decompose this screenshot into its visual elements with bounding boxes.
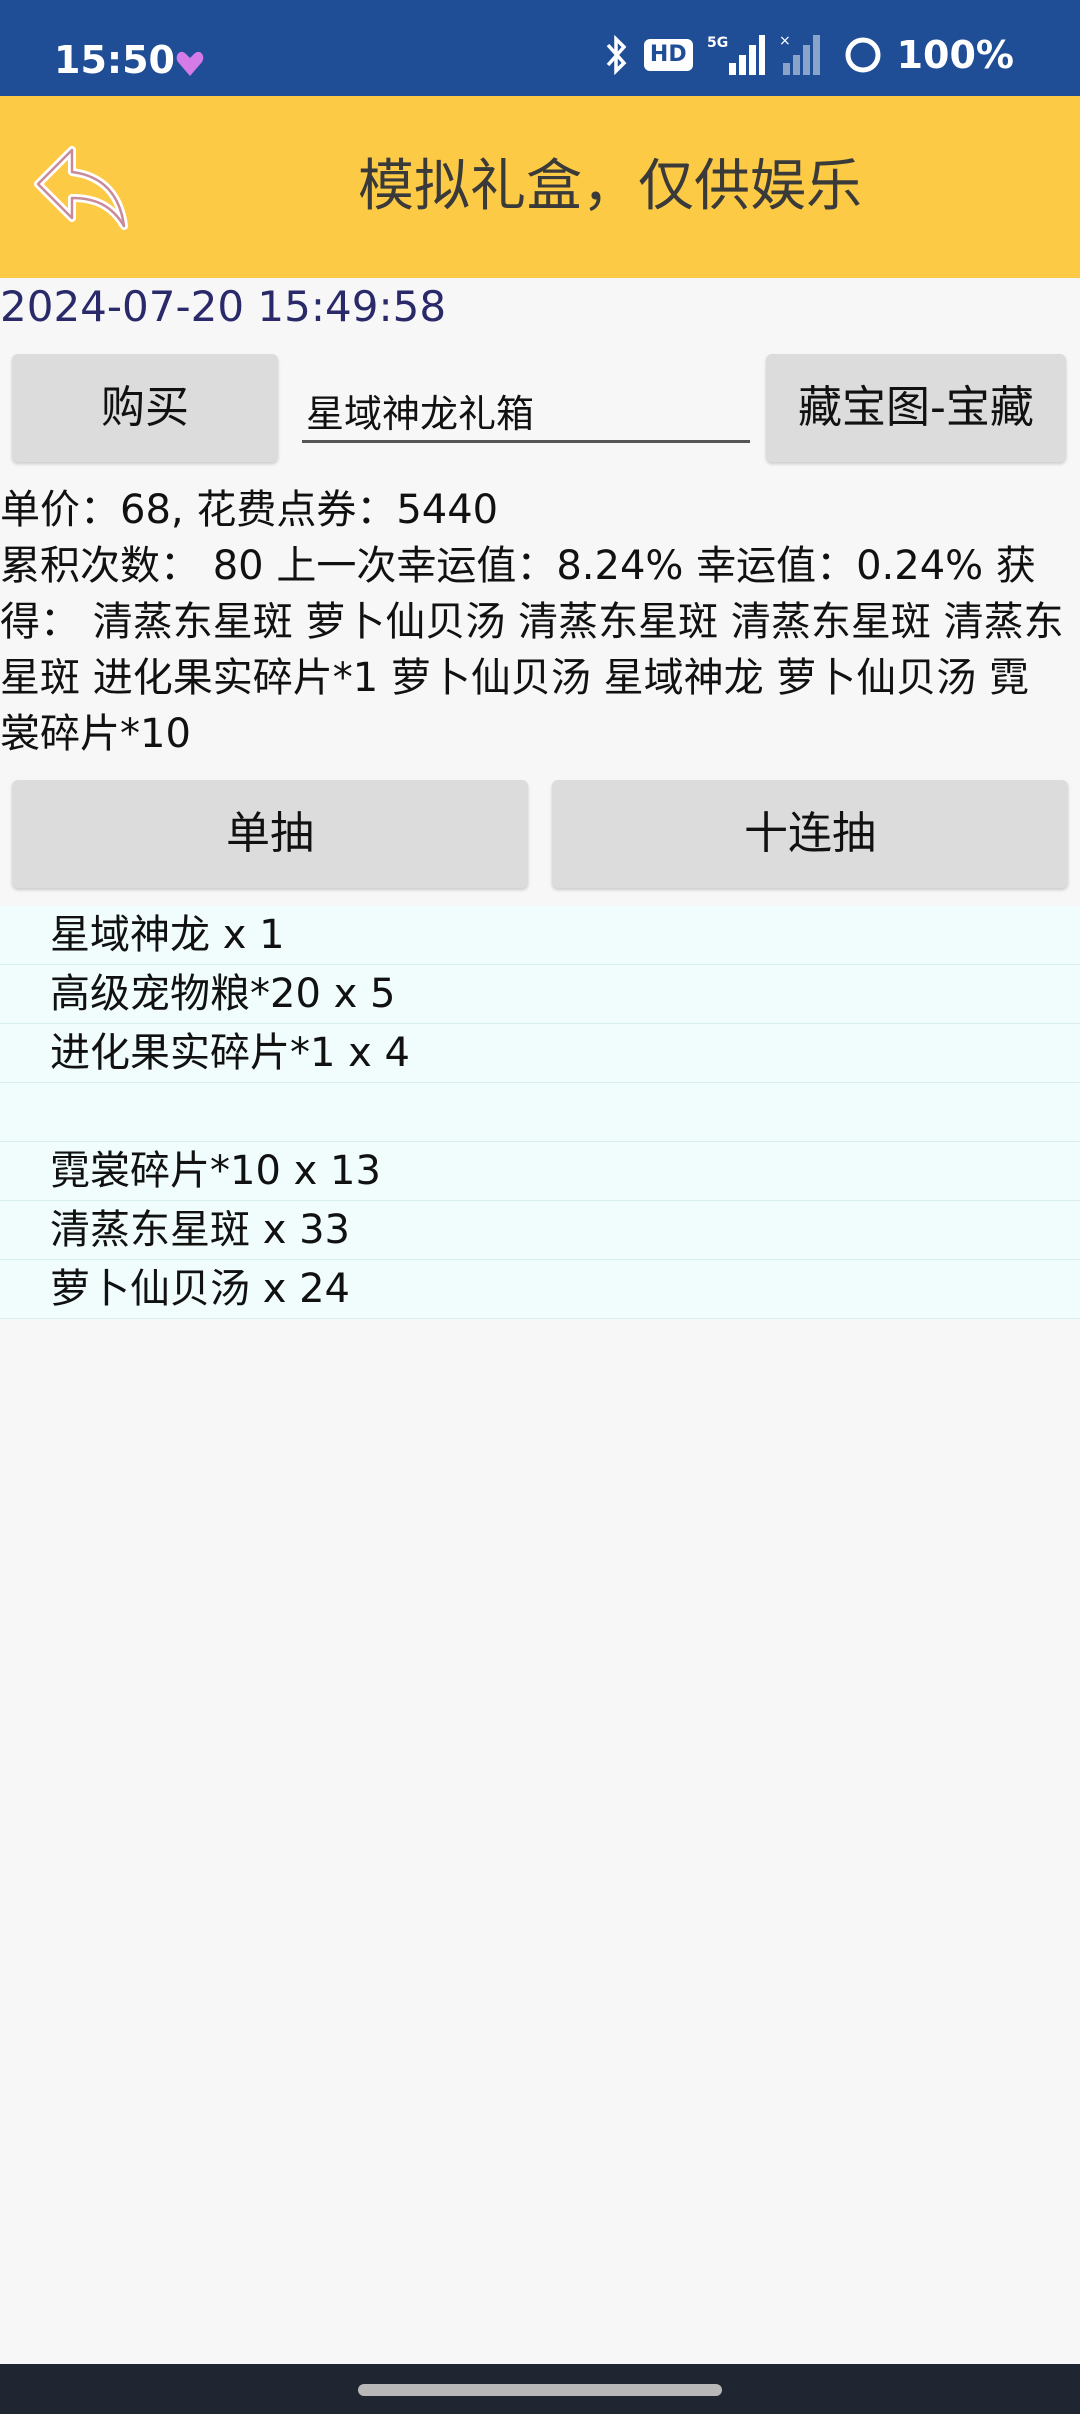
page-title: 模拟礼盒，仅供娱乐	[358, 154, 862, 219]
draw-summary: 累积次数： 80 上一次幸运值：8.24% 幸运值：0.24% 获得： 清蒸东星…	[0, 543, 1064, 757]
signal-weak-icon: ×	[779, 33, 820, 75]
ten-draw-button[interactable]: 十连抽	[552, 780, 1068, 888]
price-line: 单价：68, 花费点券：5440	[0, 487, 499, 533]
heart-wing-icon	[176, 51, 204, 76]
result-item: 星域神龙 x 1	[0, 906, 1080, 965]
buy-button[interactable]: 购买	[12, 354, 278, 462]
home-gesture-handle[interactable]	[358, 2384, 722, 2396]
back-arrow-icon[interactable]	[26, 136, 132, 236]
timestamp: 2024-07-20 15:49:58	[0, 282, 447, 331]
network-label: 5G	[707, 35, 728, 51]
status-time: 15:50	[54, 38, 175, 82]
result-list: 星域神龙 x 1 高级宠物粮*20 x 5 进化果实碎片*1 x 4 霓裳碎片*…	[0, 906, 1080, 1319]
svg-text:×: ×	[779, 33, 791, 49]
battery-level: 100%	[896, 33, 1014, 77]
status-indicators: HD 5G × 100%	[604, 30, 1014, 80]
bluetooth-icon	[606, 35, 627, 75]
navigation-bar	[0, 2364, 1080, 2414]
status-bar: 15:50 HD 5G × 100%	[0, 0, 1080, 96]
result-item: 清蒸东星斑 x 33	[0, 1201, 1080, 1260]
title-bar: 模拟礼盒，仅供娱乐	[0, 96, 1080, 278]
result-item	[0, 1083, 1080, 1142]
result-item: 高级宠物粮*20 x 5	[0, 965, 1080, 1024]
result-item: 萝卜仙贝汤 x 24	[0, 1260, 1080, 1319]
single-draw-button[interactable]: 单抽	[12, 780, 528, 888]
signal-5g-icon: 5G	[707, 35, 765, 75]
hd-voice-icon: HD	[643, 39, 693, 71]
draw-info: 单价：68, 花费点券：5440 累积次数： 80 上一次幸运值：8.24% 幸…	[0, 482, 1068, 762]
result-item: 霓裳碎片*10 x 13	[0, 1142, 1080, 1201]
battery-ring-icon	[845, 37, 881, 73]
result-item: 进化果实碎片*1 x 4	[0, 1024, 1080, 1083]
treasure-map-button[interactable]: 藏宝图-宝藏	[766, 354, 1066, 462]
box-name-input[interactable]	[302, 380, 750, 443]
